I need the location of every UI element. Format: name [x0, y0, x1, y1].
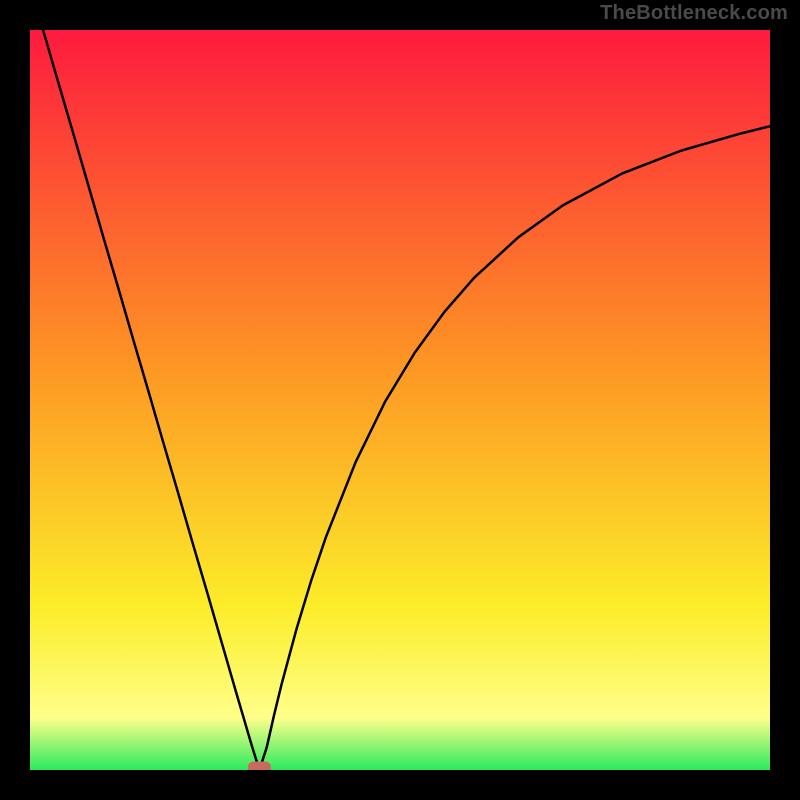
gradient-background: [30, 30, 770, 770]
plot-area: [30, 30, 770, 770]
chart-frame: TheBottleneck.com: [0, 0, 800, 800]
watermark-text: TheBottleneck.com: [600, 2, 788, 25]
bottleneck-marker: [248, 762, 270, 770]
plot-svg: [30, 30, 770, 770]
